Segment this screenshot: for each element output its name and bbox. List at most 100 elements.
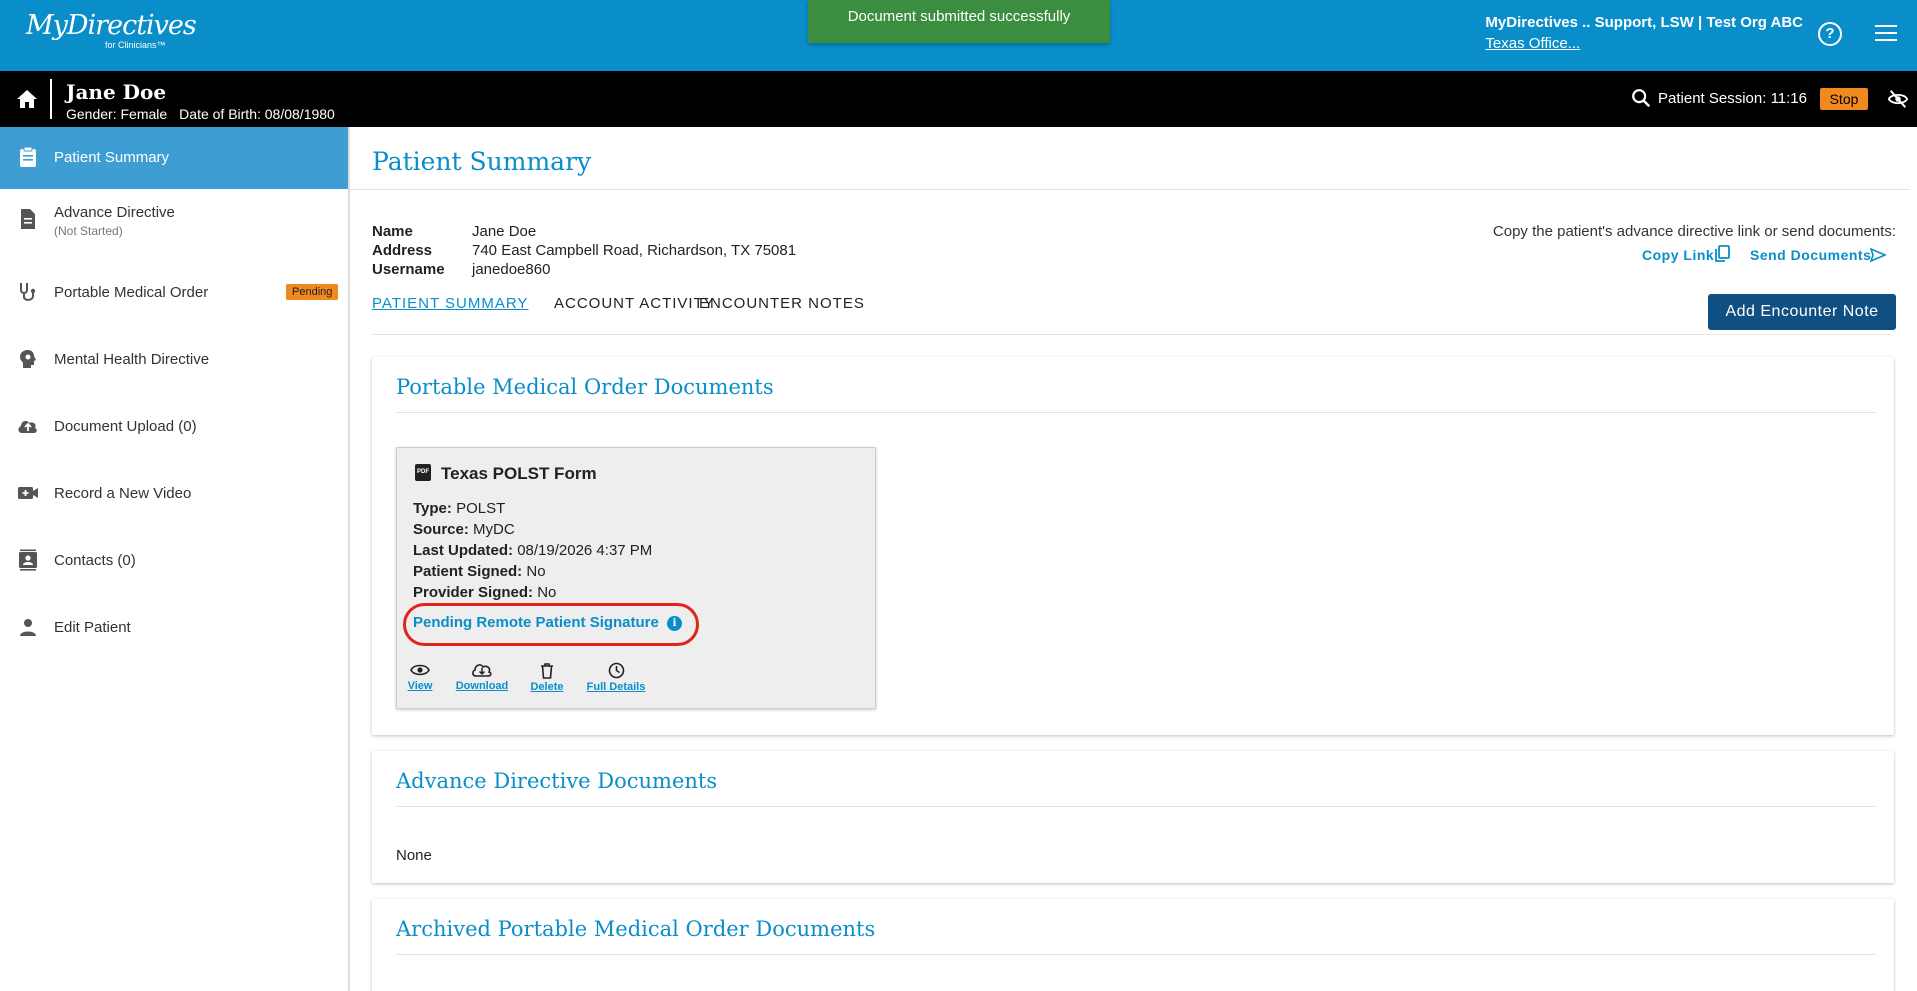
cloud-download-icon	[472, 664, 492, 677]
patient-gender: Gender: Female	[66, 106, 168, 122]
user-info: MyDirectives .. Support, LSW | Test Org …	[1485, 14, 1803, 52]
delete-label: Delete	[530, 681, 564, 693]
panel-title: Archived Portable Medical Order Document…	[396, 917, 876, 941]
eye-icon	[410, 664, 430, 676]
sidebar-item-label: Edit Patient	[54, 619, 131, 636]
person-icon	[20, 619, 36, 636]
address-label: Address	[372, 242, 433, 259]
document-icon	[21, 209, 35, 229]
sidebar-item-record-video[interactable]: Record a New Video	[0, 463, 348, 525]
sidebar-item-contacts[interactable]: Contacts (0)	[0, 530, 348, 592]
panel-title: Advance Directive Documents	[396, 769, 718, 793]
divider	[350, 189, 1910, 190]
source-value: MyDC	[473, 521, 515, 538]
stop-session-button[interactable]: Stop	[1820, 88, 1868, 110]
pending-badge: Pending	[286, 284, 339, 300]
patient-demographics: Gender: Female Date of Birth: 08/08/1980	[66, 106, 335, 122]
success-toast: Document submitted successfully	[808, 0, 1110, 43]
clock-icon	[608, 662, 624, 679]
stethoscope-icon	[20, 283, 36, 301]
sidebar-item-mental-health-directive[interactable]: Mental Health Directive	[0, 329, 348, 391]
clipboard-icon	[20, 146, 36, 167]
sidebar-item-portable-medical-order[interactable]: Portable Medical Order Pending	[0, 262, 348, 324]
provider-signed-value: No	[537, 584, 557, 601]
page-title: Patient Summary	[372, 147, 592, 176]
sidebar-item-label: Portable Medical Order	[54, 284, 209, 301]
trash-icon	[541, 663, 553, 679]
patient-signed-value: No	[526, 563, 546, 580]
panel-title: Portable Medical Order Documents	[396, 375, 774, 399]
logo-subtitle: for Clinicians™	[105, 40, 166, 50]
search-icon[interactable]	[1630, 87, 1652, 109]
empty-state-text: None	[396, 847, 432, 864]
download-label: Download	[455, 680, 509, 692]
pending-signature-status[interactable]: Pending Remote Patient Signature	[413, 614, 659, 631]
view-label: View	[407, 680, 433, 692]
pmo-documents-panel: Portable Medical Order Documents PDF Tex…	[372, 357, 1894, 735]
divider	[50, 79, 52, 119]
source-label: Source:	[413, 521, 469, 538]
pdf-icon: PDF	[415, 464, 431, 481]
head-gear-icon	[20, 350, 36, 368]
full-details-action[interactable]: Full Details	[583, 662, 649, 693]
divider	[396, 412, 1876, 413]
view-action[interactable]: View	[407, 662, 433, 692]
home-icon[interactable]	[14, 87, 40, 111]
send-icon[interactable]	[1870, 247, 1886, 263]
copy-instructions: Copy the patient's advance directive lin…	[1492, 223, 1896, 240]
sidebar-item-patient-summary[interactable]: Patient Summary	[0, 127, 348, 189]
session-timer: Patient Session: 11:16	[1658, 90, 1807, 107]
provider-signed-label: Provider Signed:	[413, 584, 534, 601]
patient-signed-label: Patient Signed:	[413, 563, 523, 580]
app-logo[interactable]: MyDirectives for Clinicians™	[26, 12, 197, 50]
patient-dob: Date of Birth: 08/08/1980	[179, 106, 335, 122]
tab-encounter-notes[interactable]: ENCOUNTER NOTES	[699, 295, 865, 312]
divider	[396, 806, 1876, 807]
patient-info: Name Jane Doe Address 740 East Campbell Ro…	[372, 223, 796, 280]
full-details-label: Full Details	[586, 681, 646, 693]
sidebar: Patient Summary Advance Directive (Not S…	[0, 127, 350, 991]
document-fields: Type: POLST Source: MyDC Last Updated: 0…	[413, 500, 652, 605]
send-documents-button[interactable]: Send Documents	[1750, 247, 1871, 263]
add-encounter-note-button[interactable]: Add Encounter Note	[1708, 294, 1896, 330]
delete-action[interactable]: Delete	[527, 662, 567, 693]
sidebar-item-advance-directive[interactable]: Advance Directive (Not Started)	[0, 189, 348, 251]
info-icon[interactable]: i	[667, 616, 682, 631]
contacts-icon	[19, 549, 37, 571]
patient-name: Jane Doe	[66, 80, 167, 104]
user-name: MyDirectives .. Support, LSW | Test Org …	[1485, 14, 1803, 31]
top-bar: MyDirectives for Clinicians™ Document su…	[0, 0, 1917, 71]
cloud-upload-icon	[18, 420, 37, 433]
divider	[372, 334, 1892, 335]
type-label: Type:	[413, 500, 452, 517]
sidebar-item-status: (Not Started)	[54, 224, 123, 238]
last-updated-value: 08/19/2026 4:37 PM	[517, 542, 653, 559]
sidebar-item-label: Contacts (0)	[54, 552, 136, 569]
type-value: POLST	[456, 500, 506, 517]
username-value: janedoe860	[472, 261, 551, 278]
tab-account-activity[interactable]: ACCOUNT ACTIVITY	[554, 295, 715, 312]
help-circle-icon[interactable]: ?	[1818, 22, 1842, 46]
sidebar-item-label: Advance Directive	[54, 204, 175, 221]
eye-off-icon[interactable]	[1886, 88, 1910, 110]
download-action[interactable]: Download	[453, 662, 511, 692]
tab-patient-summary[interactable]: PATIENT SUMMARY	[372, 295, 528, 312]
name-label: Name	[372, 223, 413, 240]
document-card: PDF Texas POLST Form Type: POLST Source:…	[396, 447, 876, 709]
copy-link-button[interactable]: Copy Link	[1642, 247, 1714, 263]
patient-bar: Jane Doe Gender: Female Date of Birth: 08…	[0, 71, 1917, 127]
document-title: Texas POLST Form	[441, 464, 597, 483]
copy-icon[interactable]	[1714, 245, 1730, 263]
video-add-icon	[18, 487, 38, 499]
hamburger-menu-icon[interactable]	[1875, 25, 1897, 43]
sidebar-item-edit-patient[interactable]: Edit Patient	[0, 597, 348, 659]
sidebar-item-label: Document Upload (0)	[54, 418, 197, 435]
sidebar-item-label: Patient Summary	[54, 149, 170, 166]
name-value: Jane Doe	[472, 223, 537, 240]
sidebar-item-document-upload[interactable]: Document Upload (0)	[0, 396, 348, 458]
user-org-link[interactable]: Texas Office...	[1485, 35, 1803, 52]
sidebar-item-label: Record a New Video	[54, 485, 192, 502]
sidebar-item-label: Mental Health Directive	[54, 351, 210, 368]
last-updated-label: Last Updated:	[413, 542, 514, 559]
username-label: Username	[372, 261, 445, 278]
